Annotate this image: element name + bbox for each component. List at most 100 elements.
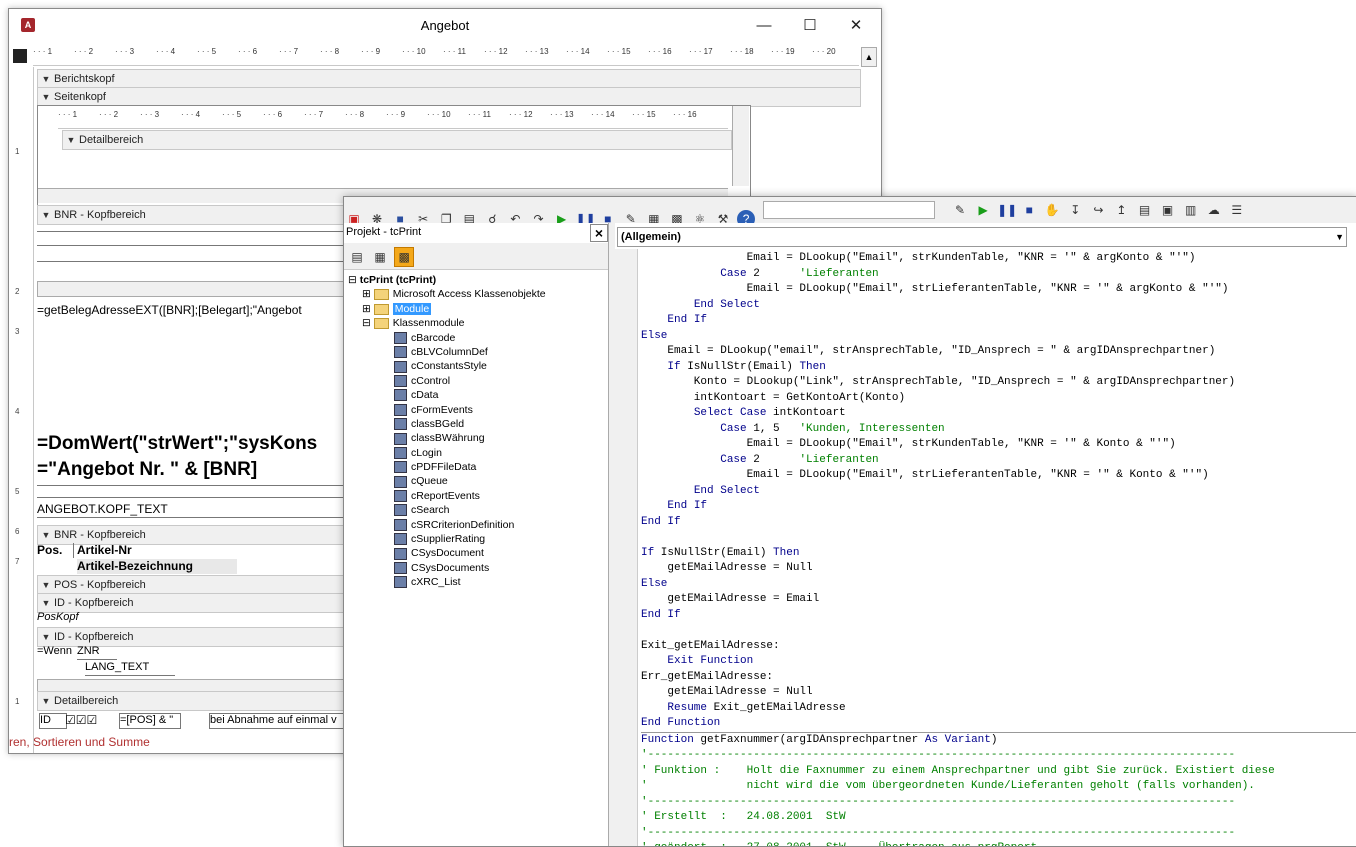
subreport-control[interactable]: · · · 1 · · · 2 · · · 3 · · · 4 · · · 5 · · ·…	[37, 105, 751, 207]
object-combo[interactable]: (Allgemein) ▼	[617, 227, 1347, 247]
abnahme-field[interactable]: bei Abnahme auf einmal v	[209, 713, 359, 729]
code-line[interactable]	[641, 530, 1356, 546]
tree-folder-access-objects[interactable]: ⊞ Microsoft Access Klassenobjekte	[348, 287, 604, 301]
code-line[interactable]: ' Funktion : Holt die Faxnummer zu einem…	[641, 764, 1356, 780]
minimize-button[interactable]: —	[741, 9, 787, 43]
code-line[interactable]: Email = DLookup("Email", strLieferantenT…	[641, 468, 1356, 484]
design-icon[interactable]: ✎	[951, 201, 969, 219]
code-line[interactable]: Resume Exit_getEMailAdresse	[641, 701, 1356, 717]
code-line[interactable]: Email = DLookup("Email", strKundenTable,…	[641, 251, 1356, 267]
code-line[interactable]: Exit Function	[641, 654, 1356, 670]
code-line[interactable]: Case 2 'Lieferanten	[641, 267, 1356, 283]
code-line[interactable]: Email = DLookup("Email", strKundenTable,…	[641, 437, 1356, 453]
tree-class-item[interactable]: CSysDocument	[348, 546, 604, 560]
code-line[interactable]: Case 2 'Lieferanten	[641, 453, 1356, 469]
watch-icon[interactable]: ▥	[1182, 201, 1200, 219]
code-line[interactable]: If IsNullStr(Email) Then	[641, 360, 1356, 376]
code-line[interactable]: End If	[641, 515, 1356, 531]
code-line[interactable]: Email = DLookup("email", strAnsprechTabl…	[641, 344, 1356, 360]
code-line[interactable]: Else	[641, 329, 1356, 345]
domwert-field[interactable]: =DomWert("strWert";"sysKons	[37, 433, 357, 455]
code-line[interactable]: End Function	[641, 716, 1356, 732]
tree-class-item[interactable]: cReportEvents	[348, 489, 604, 503]
quick-watch-icon[interactable]: ☁	[1205, 201, 1223, 219]
code-line[interactable]: intKontoart = GetKontoArt(Konto)	[641, 391, 1356, 407]
tree-class-item[interactable]: cBarcode	[348, 331, 604, 345]
scroll-up-icon[interactable]: ▲	[861, 47, 877, 67]
id-field[interactable]: ID	[39, 713, 67, 729]
tree-class-item[interactable]: classBWährung	[348, 431, 604, 445]
view-code-icon[interactable]: ▤	[348, 248, 366, 266]
code-line[interactable]: End Select	[641, 484, 1356, 500]
pos-label[interactable]: Pos.	[37, 543, 74, 558]
view-object-icon[interactable]: ▦	[371, 248, 389, 266]
tree-class-item[interactable]: cBLVColumnDef	[348, 345, 604, 359]
lang-text-field[interactable]: LANG_TEXT	[85, 661, 175, 676]
tree-folder-module[interactable]: ⊞ Module	[348, 302, 604, 316]
subreport-vscrollbar[interactable]	[732, 106, 749, 186]
code-line[interactable]: '---------------------------------------…	[641, 795, 1356, 811]
tree-class-item[interactable]: cSRCriterionDefinition	[348, 518, 604, 532]
step-over-icon[interactable]: ↪	[1089, 201, 1107, 219]
step-into-icon[interactable]: ↧	[1066, 201, 1084, 219]
artikel-bezeichnung-label[interactable]: Artikel-Bezeichnung	[77, 559, 237, 574]
poskopf-field[interactable]: PosKopf	[37, 611, 237, 625]
artikel-nr-label[interactable]: Artikel-Nr	[77, 543, 197, 558]
call-stack-icon[interactable]: ☰	[1228, 201, 1246, 219]
checkbox-group[interactable]: ☑☑☑	[65, 713, 105, 727]
tree-class-item[interactable]: cControl	[348, 374, 604, 388]
subreport-section-detailbereich[interactable]: ▼ Detailbereich	[62, 130, 732, 150]
code-line[interactable]: Else	[641, 577, 1356, 593]
stop-icon[interactable]: ■	[1020, 201, 1038, 219]
close-icon[interactable]: ×	[590, 224, 608, 242]
tree-class-item[interactable]: cXRC_List	[348, 575, 604, 589]
tree-class-item[interactable]: CSysDocuments	[348, 561, 604, 575]
run-icon[interactable]: ▶	[974, 201, 992, 219]
tree-class-item[interactable]: cData	[348, 388, 604, 402]
code-line[interactable]: getEMailAdresse = Null	[641, 561, 1356, 577]
section-berichtskopf[interactable]: ▼ Berichtskopf	[37, 69, 861, 89]
tree-class-item[interactable]: cQueue	[348, 474, 604, 488]
code-line[interactable]	[641, 623, 1356, 639]
ruler-corner-selector[interactable]	[13, 49, 27, 63]
code-line[interactable]: If IsNullStr(Email) Then	[641, 546, 1356, 562]
code-line[interactable]: End If	[641, 313, 1356, 329]
toggle-folders-icon[interactable]: ▩	[394, 247, 415, 267]
breakpoint-icon[interactable]: ✋	[1043, 201, 1061, 219]
pause-icon[interactable]: ❚❚	[997, 201, 1017, 219]
tree-class-item[interactable]: classBGeld	[348, 417, 604, 431]
code-line[interactable]: Select Case intKontoart	[641, 406, 1356, 422]
code-editor[interactable]: Email = DLookup("Email", strKundenTable,…	[641, 251, 1356, 846]
beleg-adresse-field[interactable]: =getBelegAdresseEXT([BNR];[Belegart];"An…	[37, 301, 367, 319]
maximize-button[interactable]: ☐	[787, 9, 833, 43]
kopf-text-field[interactable]: ANGEBOT.KOPF_TEXT	[37, 501, 357, 518]
close-button[interactable]: ✕	[833, 9, 879, 43]
tree-class-item[interactable]: cSearch	[348, 503, 604, 517]
tree-folder-klassenmodule[interactable]: ⊟ Klassenmodule	[348, 316, 604, 330]
section-seitenkopf[interactable]: ▼ Seitenkopf	[37, 87, 861, 107]
code-line[interactable]: getEMailAdresse = Email	[641, 592, 1356, 608]
step-out-icon[interactable]: ↥	[1112, 201, 1130, 219]
code-line[interactable]: Err_getEMailAdresse:	[641, 670, 1356, 686]
tree-root[interactable]: ⊟ tcPrint (tcPrint)	[348, 273, 604, 287]
code-line[interactable]: '---------------------------------------…	[641, 826, 1356, 842]
wenn-field[interactable]: =Wenn	[37, 645, 77, 659]
code-line[interactable]: Case 1, 5 'Kunden, Interessenten	[641, 422, 1356, 438]
tree-class-item[interactable]: cPDFFileData	[348, 460, 604, 474]
code-line[interactable]: getEMailAdresse = Null	[641, 685, 1356, 701]
code-line[interactable]: End Select	[641, 298, 1356, 314]
tree-class-item[interactable]: cFormEvents	[348, 403, 604, 417]
code-line[interactable]: Function getFaxnummer(argIDAnsprechpartn…	[641, 731, 1356, 749]
code-line[interactable]: '---------------------------------------…	[641, 748, 1356, 764]
code-line[interactable]: Konto = DLookup("Link", strAnsprechTable…	[641, 375, 1356, 391]
hscrollbar[interactable]	[37, 281, 359, 297]
tree-class-item[interactable]: cConstantsStyle	[348, 359, 604, 373]
pos-expression-field[interactable]: =[POS] & "	[119, 713, 181, 729]
code-line[interactable]: ' nicht wird die vom übergeordneten Kund…	[641, 779, 1356, 795]
code-line[interactable]: Exit_getEMailAdresse:	[641, 639, 1356, 655]
code-line[interactable]: ' Erstellt : 24.08.2001 StW	[641, 810, 1356, 826]
margin-indicator-bar[interactable]	[615, 249, 638, 846]
code-line[interactable]: ' geändert : 27.08.2001 StW Übertragen a…	[641, 841, 1356, 846]
code-line[interactable]: Email = DLookup("Email", strLieferantenT…	[641, 282, 1356, 298]
tree-class-item[interactable]: cLogin	[348, 446, 604, 460]
